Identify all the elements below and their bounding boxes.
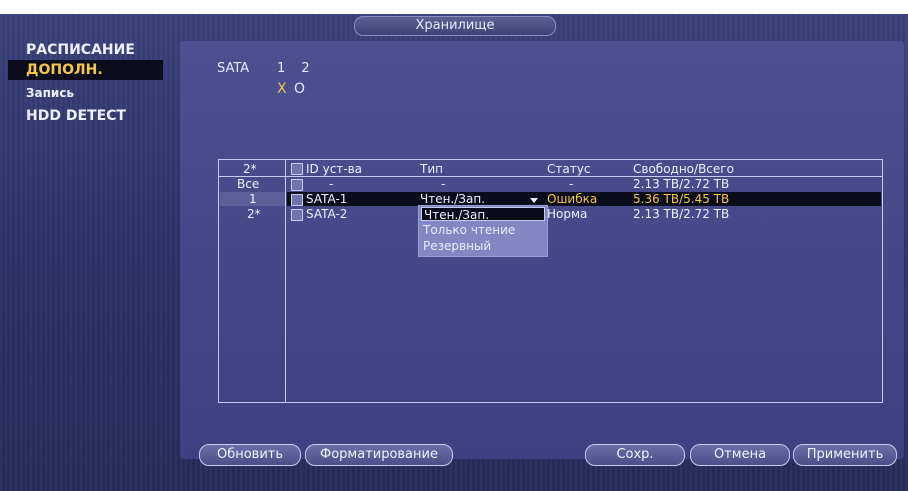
save-button[interactable]: Сохр. xyxy=(585,444,685,466)
sidebar-item-advanced[interactable]: ДОПОЛН. xyxy=(8,60,163,80)
dropdown-option-backup[interactable]: Резервный xyxy=(421,239,547,253)
sata-port2-status: O xyxy=(294,81,306,97)
row-checkbox[interactable] xyxy=(291,179,303,191)
header-divider xyxy=(219,176,882,177)
header-device-id: ID уст-ва xyxy=(306,162,363,176)
table-row-id[interactable]: SATA-1 xyxy=(306,192,347,206)
format-button[interactable]: Форматирование xyxy=(305,444,453,466)
row-checkbox[interactable] xyxy=(291,194,303,206)
dropdown-option-read-only[interactable]: Только чтение xyxy=(421,223,547,237)
dropdown-option-read-write[interactable]: Чтен./Зап. xyxy=(421,207,545,222)
cancel-button[interactable]: Отмена xyxy=(690,444,790,466)
table-row-free: 5.36 TB/5.45 TB xyxy=(633,192,730,206)
header-type: Тип xyxy=(420,162,443,176)
refresh-button[interactable]: Обновить xyxy=(199,444,301,466)
table-row-id: - xyxy=(329,177,334,191)
row-checkbox[interactable] xyxy=(291,209,303,221)
apply-button[interactable]: Применить xyxy=(793,444,897,466)
sidebar-item-schedule[interactable]: РАСПИСАНИЕ xyxy=(8,40,163,60)
sata-label: SATA xyxy=(217,61,250,76)
table-row-free: 2.13 TB/2.72 TB xyxy=(633,207,730,221)
table-row-status: Ошибка xyxy=(547,192,598,206)
table-row-type: - xyxy=(441,177,446,191)
storage-panel: SATA 1 2 X O 2* ID уст-ва Тип Статус Сво… xyxy=(180,41,904,459)
type-dropdown[interactable]: Чтен./Зап. Только чтение Резервный xyxy=(418,205,548,257)
header-status: Статус xyxy=(547,162,591,176)
sidebar: РАСПИСАНИЕ ДОПОЛН. Запись HDD DETECT xyxy=(0,40,175,460)
window-title: Хранилище xyxy=(354,16,556,36)
dvr-screen: Хранилище РАСПИСАНИЕ ДОПОЛН. Запись HDD … xyxy=(0,14,908,491)
table-row-status: Норма xyxy=(547,207,588,221)
table-row-num: Все xyxy=(237,177,260,191)
sata-port1-status: X xyxy=(277,81,287,97)
sidebar-item-record[interactable]: Запись xyxy=(8,83,163,103)
select-all-checkbox[interactable] xyxy=(291,163,303,175)
table-row-status: - xyxy=(569,177,574,191)
table-row-free: 2.13 TB/2.72 TB xyxy=(633,177,730,191)
header-free-total: Свободно/Всего xyxy=(633,162,734,176)
table-row-id: SATA-2 xyxy=(306,207,348,221)
hdd-table: 2* ID уст-ва Тип Статус Свободно/Всего В… xyxy=(218,159,883,403)
column-divider xyxy=(285,160,286,402)
sidebar-item-hdd-detect[interactable]: HDD DETECT xyxy=(8,106,163,126)
header-num: 2* xyxy=(243,162,257,176)
sata-port-numbers: 1 2 xyxy=(277,61,316,76)
table-row-type-select[interactable]: Чтен./Зап. xyxy=(420,192,485,206)
table-row-num: 2* xyxy=(247,207,261,221)
chevron-down-icon[interactable] xyxy=(530,198,538,203)
table-row-num[interactable]: 1 xyxy=(249,192,257,206)
